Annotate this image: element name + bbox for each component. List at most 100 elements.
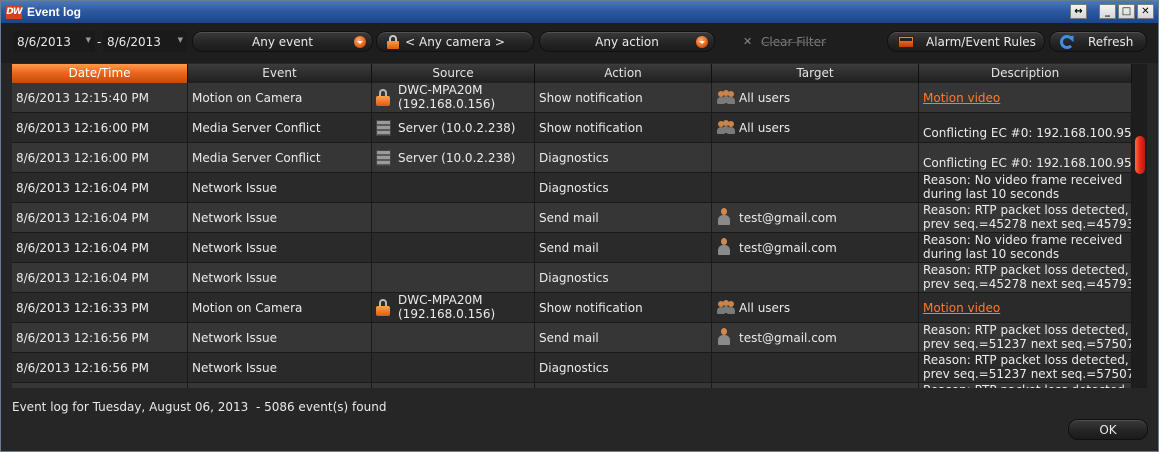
action-text: Diagnostics: [539, 151, 609, 165]
source-name: Server (10.0.2.238): [398, 121, 516, 135]
cell-source: [372, 233, 535, 263]
title-bar[interactable]: DW Event log ↔ _ □ ✕: [1, 1, 1158, 23]
action-filter-arrow-icon: [696, 36, 708, 48]
date-from-field[interactable]: 8/6/2013 ▼: [13, 31, 95, 52]
alarm-event-rules-button[interactable]: Alarm/Event Rules: [887, 31, 1045, 52]
motion-video-link[interactable]: Motion video: [923, 301, 1000, 315]
column-header-description[interactable]: Description: [919, 64, 1132, 83]
cell-action: Send mail: [535, 203, 712, 233]
cell-target: [712, 383, 919, 388]
date-to-dropdown-icon[interactable]: ▼: [178, 36, 183, 44]
vertical-scrollbar[interactable]: [1132, 64, 1147, 388]
cell-event: Network Issue: [188, 323, 372, 353]
cell-description: Conflicting EC #0: 192.168.100.95: [919, 143, 1132, 173]
resize-icon[interactable]: ↔: [1070, 4, 1087, 19]
table-row[interactable]: 8/6/2013 12:16:04 PM Network Issue Send ma…: [12, 203, 1132, 233]
camera-filter-button[interactable]: < Any camera >: [376, 31, 534, 52]
cell-action: Send mail: [535, 233, 712, 263]
event-text: Media Server Conflict: [192, 121, 321, 135]
maximize-button[interactable]: □: [1118, 4, 1135, 19]
description-line2: prev seq.=45278 next seq.=45793: [923, 277, 1132, 291]
table-row[interactable]: 8/6/2013 12:16:33 PM Motion on Camera DWC-…: [12, 293, 1132, 323]
target-text: test@gmail.com: [739, 211, 837, 225]
window-title: Event log: [27, 5, 82, 19]
date-separator: -: [97, 35, 102, 49]
cell-description: Reason: RTP packet loss detected,: [919, 383, 1132, 388]
event-text: Media Server Conflict: [192, 151, 321, 165]
cell-source: [372, 263, 535, 293]
event-filter-dropdown[interactable]: Any event: [192, 31, 373, 52]
motion-video-link[interactable]: Motion video: [923, 91, 1000, 105]
cell-event: Network Issue: [188, 203, 372, 233]
window-controls: ↔ _ □ ✕: [1070, 4, 1154, 19]
cell-description: Reason: RTP packet loss detected, prev se…: [919, 323, 1132, 353]
date-to-value: 8/6/2013: [107, 34, 161, 49]
target-text: All users: [739, 121, 791, 135]
app-logo-icon: DW: [6, 5, 23, 19]
action-filter-value: Any action: [595, 34, 659, 49]
filter-toolbar: 8/6/2013 ▼ - 8/6/2013 ▼ Any event < Any …: [1, 23, 1158, 63]
column-header-action[interactable]: Action: [535, 64, 712, 83]
cell-action: Diagnostics: [535, 173, 712, 203]
description-line2: prev seq.=51237 next seq.=57507: [923, 337, 1132, 351]
table-row[interactable]: 8/6/2013 12:16:04 PM Network Issue Diagnos…: [12, 263, 1132, 293]
close-button[interactable]: ✕: [1137, 4, 1154, 19]
table-row[interactable]: 8/6/2013 12:16:04 PM Network Issue Send ma…: [12, 233, 1132, 263]
description-text: Conflicting EC #0: 192.168.100.95: [923, 156, 1132, 170]
cell-event: Network Issue: [188, 263, 372, 293]
camera-lock-icon: [387, 35, 399, 49]
datetime-text: 8/6/2013 12:16:56 PM: [16, 331, 150, 345]
cell-datetime: 8/6/2013 12:16:33 PM: [12, 293, 188, 323]
table-row[interactable]: 8/6/2013 12:16:04 PM Network Issue Diagnos…: [12, 173, 1132, 203]
table-row[interactable]: 8/6/2013 12:16:00 PM Media Server Conflic…: [12, 143, 1132, 173]
action-text: Diagnostics: [539, 271, 609, 285]
status-text: Event log for Tuesday, August 06, 2013 -…: [12, 400, 387, 414]
cell-target: [712, 143, 919, 173]
ok-button[interactable]: OK: [1068, 419, 1148, 440]
event-text: Network Issue: [192, 211, 277, 225]
cell-description: Motion video: [919, 293, 1132, 323]
table-row[interactable]: 8/6/2013 12:15:40 PM Motion on Camera DWC-…: [12, 83, 1132, 113]
cell-event: [188, 383, 372, 388]
date-from-dropdown-icon[interactable]: ▼: [86, 36, 91, 44]
description-line1: Reason: RTP packet loss detected,: [923, 203, 1129, 217]
source-name: DWC-MPA20M: [398, 83, 483, 97]
minimize-button[interactable]: _: [1099, 4, 1116, 19]
table-row[interactable]: Reason: RTP packet loss detected,: [12, 383, 1132, 388]
cell-datetime: 8/6/2013 12:16:00 PM: [12, 113, 188, 143]
table-row[interactable]: 8/6/2013 12:16:56 PM Network Issue Send ma…: [12, 323, 1132, 353]
cell-target: [712, 263, 919, 293]
action-text: Show notification: [539, 121, 643, 135]
column-header-datetime[interactable]: Date/Time: [12, 64, 188, 83]
datetime-text: 8/6/2013 12:16:04 PM: [16, 271, 150, 285]
refresh-button[interactable]: Refresh: [1049, 31, 1147, 52]
cell-target: test@gmail.com: [712, 233, 919, 263]
description-line1: Reason: RTP packet loss detected,: [923, 383, 1129, 388]
table-row[interactable]: 8/6/2013 12:16:00 PM Media Server Conflic…: [12, 113, 1132, 143]
cell-target: [712, 173, 919, 203]
scrollbar-thumb[interactable]: [1135, 136, 1145, 174]
users-icon: [717, 300, 735, 315]
table-row[interactable]: 8/6/2013 12:16:56 PM Network Issue Diagnos…: [12, 353, 1132, 383]
description-line2: prev seq.=45278 next seq.=45793: [923, 217, 1132, 231]
action-filter-dropdown[interactable]: Any action: [539, 31, 715, 52]
cell-datetime: 8/6/2013 12:16:04 PM: [12, 263, 188, 293]
cell-source: DWC-MPA20M (192.168.0.156): [372, 293, 535, 323]
camera-lock-icon: [376, 89, 390, 106]
event-text: Network Issue: [192, 241, 277, 255]
user-icon: [718, 208, 730, 226]
cell-event: Network Issue: [188, 353, 372, 383]
cell-description: Reason: RTP packet loss detected, prev se…: [919, 353, 1132, 383]
user-icon: [718, 328, 730, 346]
rules-icon: [898, 36, 914, 48]
datetime-text: 8/6/2013 12:16:00 PM: [16, 151, 150, 165]
column-header-source[interactable]: Source: [372, 64, 535, 83]
event-text: Motion on Camera: [192, 301, 303, 315]
datetime-text: 8/6/2013 12:16:04 PM: [16, 211, 150, 225]
date-to-field[interactable]: 8/6/2013 ▼: [103, 31, 187, 52]
column-header-event[interactable]: Event: [188, 64, 372, 83]
column-header-target[interactable]: Target: [712, 64, 919, 83]
clear-filter-button[interactable]: Clear Filter: [761, 35, 826, 49]
event-filter-value: Any event: [252, 34, 313, 49]
user-icon: [718, 238, 730, 256]
